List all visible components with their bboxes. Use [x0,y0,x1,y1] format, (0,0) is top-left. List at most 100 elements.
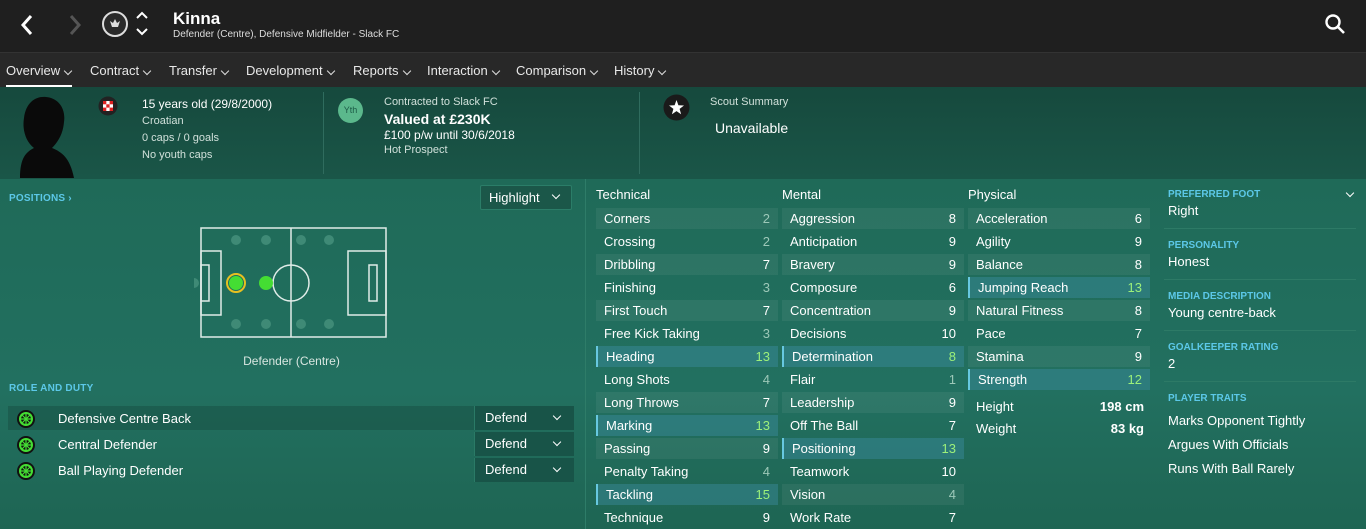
forward-button[interactable] [60,10,90,40]
attribute-row[interactable]: Long Shots 4 [596,369,778,390]
attribute-row[interactable]: Natural Fitness 8 [968,300,1150,321]
player-caps: 0 caps / 0 goals [142,132,220,144]
attribute-name: Composure [790,280,858,295]
height-label: Height [976,399,1014,414]
attribute-row[interactable]: Stamina 9 [968,346,1150,367]
position-marker-primary [229,276,243,290]
scout-summary-label: Scout Summary [710,96,789,108]
attribute-value: 4 [948,487,956,502]
duty-dropdown[interactable]: Defend [474,432,574,456]
personality-value: Honest [1168,254,1210,269]
attribute-row[interactable]: Heading 13 [596,346,778,367]
attribute-row[interactable]: Bravery 9 [782,254,964,275]
player-trait: Argues With Officials [1168,437,1289,452]
attribute-row[interactable]: First Touch 7 [596,300,778,321]
highlight-dropdown[interactable]: Highlight [480,185,572,210]
attribute-value: 12 [1127,372,1142,387]
attribute-name: Stamina [976,349,1024,364]
position-caption: Defender (Centre) [243,354,340,368]
role-icon [17,462,35,480]
divider [1164,279,1356,280]
attribute-row[interactable]: Jumping Reach 13 [968,277,1150,298]
tab-bar: Overview Contract Transfer Development R… [0,52,1366,88]
player-trait: Marks Opponent Tightly [1168,413,1306,428]
tab-development[interactable]: Development [246,53,335,88]
attribute-row[interactable]: Vision 4 [782,484,964,505]
attribute-row[interactable]: Technique 9 [596,507,778,528]
tab-history[interactable]: History [614,53,666,88]
attribute-row[interactable]: Flair 1 [782,369,964,390]
attribute-value: 7 [1134,326,1142,341]
attribute-row[interactable]: Teamwork 10 [782,461,964,482]
role-row[interactable]: Ball Playing Defender Defend [8,458,574,482]
attribute-name: Leadership [790,395,855,410]
attribute-value: 2 [762,234,770,249]
attribute-name: Natural Fitness [976,303,1064,318]
attribute-row[interactable]: Aggression 8 [782,208,964,229]
attribute-row[interactable]: Composure 6 [782,277,964,298]
attribute-row[interactable]: Decisions 10 [782,323,964,344]
attribute-row[interactable]: Long Throws 7 [596,392,778,413]
attribute-name: Decisions [790,326,847,341]
role-row[interactable]: Central Defender Defend [8,432,574,456]
attribute-name: Off The Ball [790,418,859,433]
attribute-row[interactable]: Concentration 9 [782,300,964,321]
attribute-value: 6 [948,280,956,295]
back-button[interactable] [12,10,42,40]
attribute-value: 3 [762,280,770,295]
attribute-row[interactable]: Work Rate 7 [782,507,964,528]
duty-dropdown[interactable]: Defend [474,406,574,430]
attribute-row[interactable]: Marking 13 [596,415,778,436]
attribute-value: 9 [762,441,770,456]
club-badge-icon[interactable] [102,11,128,37]
attribute-row[interactable]: Balance 8 [968,254,1150,275]
tab-transfer[interactable]: Transfer [169,53,229,88]
youth-badge: Yth [338,98,363,123]
attribute-name: Flair [790,372,816,387]
attribute-name: Anticipation [790,234,858,249]
attribute-name: Heading [606,349,655,364]
search-button[interactable] [1324,13,1348,37]
player-silhouette [0,92,82,178]
attribute-row[interactable]: Finishing 3 [596,277,778,298]
attribute-row[interactable]: Off The Ball 7 [782,415,964,436]
attribute-row[interactable]: Leadership 9 [782,392,964,413]
attribute-row[interactable]: Acceleration 6 [968,208,1150,229]
attribute-row[interactable]: Corners 2 [596,208,778,229]
attribute-value: 9 [948,257,956,272]
tab-comparison[interactable]: Comparison [516,53,598,88]
attribute-row[interactable]: Passing 9 [596,438,778,459]
chevron-down-icon [552,437,562,447]
tab-interaction[interactable]: Interaction [427,53,500,88]
croatia-flag-icon [98,96,118,116]
attribute-row[interactable]: Tackling 15 [596,484,778,505]
attribute-name: Aggression [790,211,856,226]
duty-dropdown[interactable]: Defend [474,458,574,482]
attribute-name: Strength [978,372,1028,387]
tab-reports[interactable]: Reports [353,53,411,88]
attribute-row[interactable]: Strength 12 [968,369,1150,390]
attribute-value: 8 [948,349,956,364]
attribute-name: Vision [790,487,826,502]
tab-contract[interactable]: Contract [90,53,151,88]
attribute-row[interactable]: Free Kick Taking 3 [596,323,778,344]
attribute-name: Teamwork [790,464,850,479]
player-switch-arrows[interactable] [134,9,150,39]
attribute-value: 13 [755,349,770,364]
attribute-row[interactable]: Positioning 13 [782,438,964,459]
role-icon [17,410,35,428]
positions-link[interactable]: POSITIONS › [9,193,72,204]
attribute-row[interactable]: Crossing 2 [596,231,778,252]
role-duty-label: ROLE AND DUTY [9,383,94,394]
attribute-row[interactable]: Pace 7 [968,323,1150,344]
attribute-name: Crossing [604,234,656,249]
attribute-row[interactable]: Determination 8 [782,346,964,367]
role-row[interactable]: Defensive Centre Back Defend [8,406,574,430]
attribute-row[interactable]: Penalty Taking 4 [596,461,778,482]
attribute-row[interactable]: Agility 9 [968,231,1150,252]
attribute-row[interactable]: Dribbling 7 [596,254,778,275]
player-value: Valued at £230K [384,111,491,127]
chevron-right-icon: › [68,193,72,204]
tab-overview[interactable]: Overview [6,53,73,88]
attribute-row[interactable]: Anticipation 9 [782,231,964,252]
